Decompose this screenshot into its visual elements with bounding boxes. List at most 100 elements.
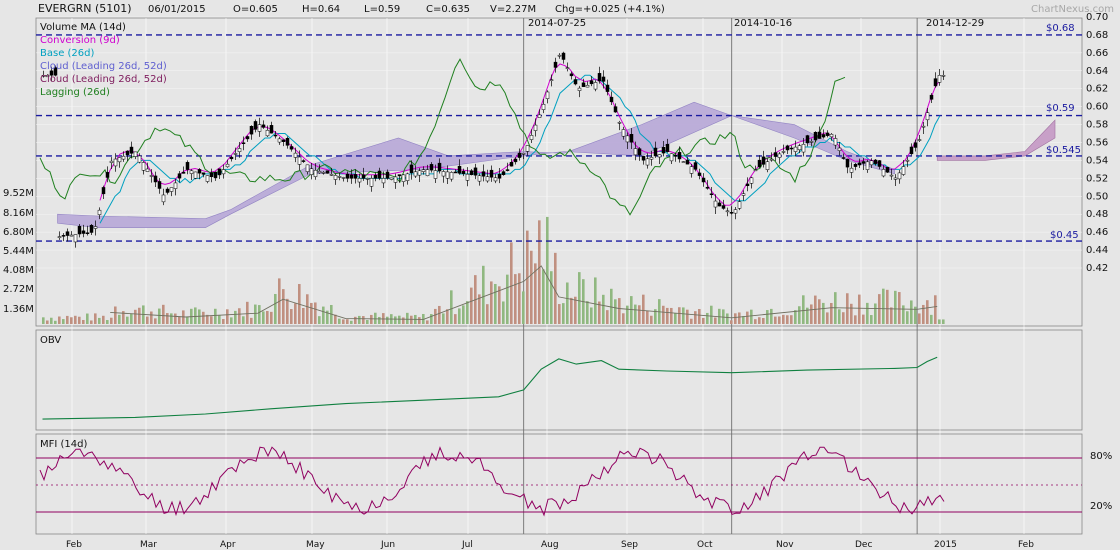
month-2015: 2015	[934, 540, 957, 550]
volume-bar	[226, 309, 229, 324]
candle-body	[125, 150, 130, 156]
candle-body	[77, 226, 82, 235]
price-tick-label: 0.42	[1086, 263, 1108, 274]
candle-body	[513, 158, 518, 163]
candle-body	[581, 82, 586, 87]
volume-bar	[454, 314, 457, 324]
level-label-0545: $0.545	[1046, 145, 1081, 156]
mfi-panel	[35, 433, 1083, 535]
volume-bar	[822, 302, 825, 324]
volume-bar	[674, 313, 677, 324]
volume-bar	[706, 312, 709, 324]
candle-body	[405, 173, 410, 181]
volume-bar	[762, 318, 765, 324]
candle-body	[441, 171, 446, 177]
candle-body	[869, 160, 874, 166]
volume-bar	[878, 294, 881, 324]
volume-bar	[774, 316, 777, 324]
candle-body	[309, 168, 314, 175]
candle-body	[461, 170, 466, 174]
candle-body	[809, 141, 814, 143]
candle-body	[197, 169, 202, 174]
volume-bar	[626, 305, 629, 324]
candle-body	[401, 174, 406, 182]
candle-body	[137, 155, 142, 163]
candle-body	[365, 178, 370, 180]
candle-body	[837, 147, 842, 151]
volume-bar	[410, 315, 413, 324]
candle-body	[297, 156, 302, 165]
candle-body	[437, 162, 442, 172]
volume-bar	[486, 304, 489, 324]
candle-body	[629, 134, 634, 143]
volume-bar	[678, 307, 681, 324]
candle-body	[465, 173, 470, 181]
candle-body	[417, 170, 422, 176]
volume-bar	[102, 315, 105, 324]
marker-label-2: 2014-12-29	[926, 18, 984, 29]
volume-bar	[874, 303, 877, 324]
candle-body	[289, 146, 294, 150]
price-tick-label: 0.58	[1086, 120, 1108, 131]
volume-bar	[166, 313, 169, 324]
volume-bar	[542, 269, 545, 324]
volume-bar	[222, 319, 225, 324]
candle-body	[329, 174, 334, 176]
volume-bar	[930, 314, 933, 324]
candle-body	[373, 175, 378, 179]
price-tick-label: 0.66	[1086, 48, 1108, 59]
volume-bar	[430, 314, 433, 324]
volume-bar	[866, 302, 869, 324]
volume-bar	[306, 294, 309, 324]
candle-body	[817, 131, 822, 139]
candle-body	[457, 165, 462, 174]
candle-body	[453, 171, 458, 174]
price-tick-label: 0.54	[1086, 155, 1108, 166]
volume-bar	[118, 314, 121, 324]
volume-bar	[846, 293, 849, 324]
candle-body	[617, 122, 622, 124]
volume-bar	[570, 297, 573, 324]
volume-bar	[230, 317, 233, 324]
volume-bar	[830, 302, 833, 324]
candle-body	[169, 187, 174, 192]
candle-body	[281, 139, 286, 142]
candle-body	[805, 135, 810, 144]
mfi-level-80: 80%	[1090, 451, 1112, 462]
candle-body	[177, 173, 182, 179]
month-dec: Dec	[855, 540, 872, 550]
candle-body	[549, 79, 554, 81]
volume-bar	[650, 315, 653, 324]
volume-bar	[778, 316, 781, 324]
volume-bar	[870, 315, 873, 324]
volume-bar	[510, 242, 513, 324]
candle-body	[89, 224, 94, 233]
candle-body	[121, 155, 126, 160]
candle-body	[749, 177, 754, 184]
candle-body	[389, 177, 394, 180]
volume-bar	[174, 313, 177, 324]
candle-body	[133, 151, 138, 157]
volume-bar	[402, 317, 405, 324]
obv-title: OBV	[40, 335, 61, 346]
candle-body	[597, 73, 602, 82]
candle-body	[613, 106, 618, 113]
volume-bar	[646, 310, 649, 324]
volume-bar	[590, 307, 593, 324]
price-tick-label: 0.68	[1086, 30, 1108, 41]
volume-bar	[114, 306, 117, 324]
volume-bar	[738, 312, 741, 324]
volume-bar	[186, 316, 189, 324]
candle-body	[689, 166, 694, 174]
volume-bar	[886, 289, 889, 324]
candle-body	[797, 145, 802, 151]
month-feb: Feb	[66, 540, 82, 550]
candle-body	[873, 159, 878, 164]
candle-body	[825, 132, 830, 136]
volume-bar	[406, 312, 409, 324]
candle-body	[653, 147, 658, 157]
month-oct: Oct	[697, 540, 713, 550]
candle-body	[941, 75, 946, 77]
candle-body	[85, 232, 90, 234]
candle-body	[433, 170, 438, 179]
